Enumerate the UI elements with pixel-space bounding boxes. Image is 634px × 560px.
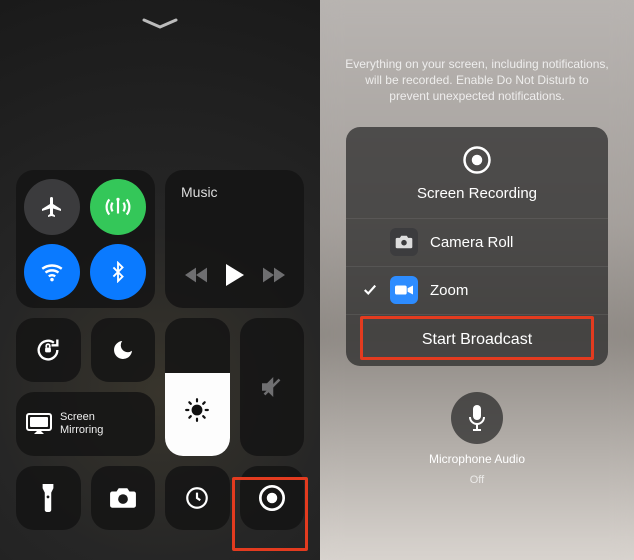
wifi-button[interactable] — [24, 244, 80, 300]
cellular-icon — [105, 194, 131, 220]
recording-info-text: Everything on your screen, including not… — [320, 0, 634, 105]
destination-label: Zoom — [430, 282, 468, 299]
airplane-mode-button[interactable] — [24, 179, 80, 235]
microphone-toggle[interactable] — [451, 392, 503, 444]
record-icon — [462, 145, 492, 175]
start-broadcast-label: Start Broadcast — [422, 331, 532, 349]
sheet-title: Screen Recording — [417, 185, 537, 202]
control-center-panel: Music — [0, 0, 320, 560]
connectivity-group — [16, 170, 155, 308]
do-not-disturb-button[interactable] — [91, 318, 156, 382]
microphone-label: Microphone Audio — [429, 452, 525, 466]
destination-camera-roll[interactable]: Camera Roll — [346, 218, 608, 266]
mute-icon — [257, 372, 287, 402]
orientation-lock-icon — [34, 336, 62, 364]
flashlight-icon — [40, 484, 56, 512]
music-label: Music — [175, 184, 218, 200]
bluetooth-button[interactable] — [90, 244, 146, 300]
play-icon[interactable] — [225, 264, 245, 286]
airplane-icon — [40, 195, 64, 219]
pull-down-indicator — [12, 12, 308, 43]
flashlight-button[interactable] — [16, 466, 81, 530]
orientation-lock-button[interactable] — [16, 318, 81, 382]
music-controls — [185, 264, 285, 286]
airplay-icon — [26, 413, 52, 435]
camera-roll-icon — [390, 228, 418, 256]
moon-icon — [111, 338, 135, 362]
screen-recording-sheet-panel: Everything on your screen, including not… — [320, 0, 634, 560]
record-icon — [258, 484, 286, 512]
destination-zoom[interactable]: Zoom — [346, 266, 608, 314]
bluetooth-icon — [107, 261, 129, 283]
volume-slider[interactable] — [240, 318, 305, 456]
screen-mirroring-label: Screen Mirroring — [60, 411, 103, 437]
start-broadcast-button[interactable]: Start Broadcast — [346, 314, 608, 366]
prev-track-icon[interactable] — [185, 267, 207, 283]
zoom-app-icon — [390, 276, 418, 304]
camera-icon — [109, 487, 137, 509]
screen-mirroring-button[interactable]: Screen Mirroring — [16, 392, 155, 456]
screen-record-button[interactable] — [240, 466, 305, 530]
timer-icon — [184, 485, 210, 511]
recording-sheet: Screen Recording Camera Roll Zoom Start … — [346, 127, 608, 366]
destination-label: Camera Roll — [430, 234, 513, 251]
music-tile[interactable]: Music — [165, 170, 304, 308]
checkmark-icon — [362, 283, 378, 297]
wifi-icon — [39, 259, 65, 285]
timer-button[interactable] — [165, 466, 230, 530]
camera-button[interactable] — [91, 466, 156, 530]
next-track-icon[interactable] — [263, 267, 285, 283]
sheet-header: Screen Recording — [346, 127, 608, 218]
microphone-state: Off — [470, 474, 484, 486]
microphone-icon — [466, 405, 488, 431]
brightness-icon — [184, 397, 210, 423]
brightness-slider[interactable] — [165, 318, 230, 456]
microphone-block: Microphone Audio Off — [429, 392, 525, 486]
cellular-data-button[interactable] — [90, 179, 146, 235]
